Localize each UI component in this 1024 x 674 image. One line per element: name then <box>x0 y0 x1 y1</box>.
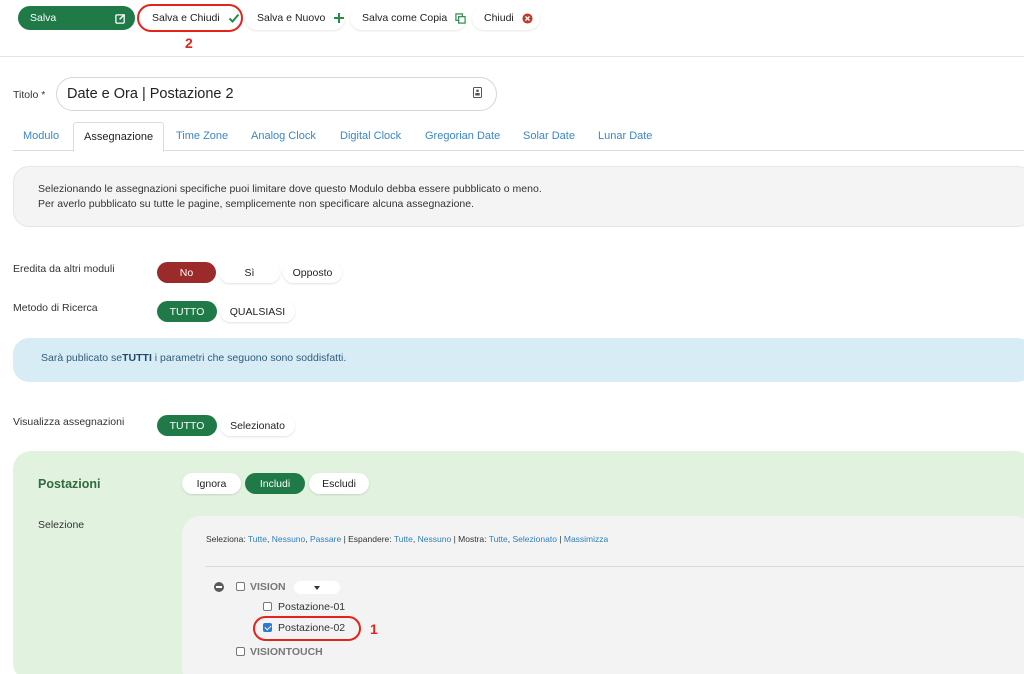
expand-all-link[interactable]: Tutte <box>394 534 413 544</box>
annotation-ring-save-close <box>137 4 243 32</box>
inherit-label: Eredita da altri moduli <box>13 263 115 275</box>
select-pass-link[interactable]: Passare <box>310 534 341 544</box>
contact-card-icon <box>473 87 482 101</box>
save-copy-button[interactable]: Salva come Copia <box>350 6 467 30</box>
tab-gregorian-date[interactable]: Gregorian Date <box>425 122 500 151</box>
plus-icon <box>333 11 345 25</box>
expand-none-link[interactable]: Nessuno <box>418 534 452 544</box>
annotation-number-1: 1 <box>370 621 378 637</box>
save-new-label: Salva e Nuovo <box>257 12 326 24</box>
notice-box: Sarà publicato seTUTTI i parametri che s… <box>13 338 1024 382</box>
vision-dropdown-chevron-icon[interactable] <box>294 581 340 594</box>
info-box: Selezionando le assegnazioni specifiche … <box>13 166 1024 227</box>
vision-group-label: VISION <box>250 581 286 593</box>
show-selected-button[interactable]: Selezionato <box>220 415 295 436</box>
postazione-01-checkbox[interactable] <box>263 602 272 611</box>
show-selected-link[interactable]: Selezionato <box>513 534 557 544</box>
collapse-icon[interactable] <box>214 582 224 592</box>
close-icon <box>522 11 533 25</box>
close-button[interactable]: Chiudi <box>472 6 540 30</box>
copy-icon <box>455 11 466 25</box>
title-value: Date e Ora | Postazione 2 <box>67 86 234 102</box>
tab-analog-clock[interactable]: Analog Clock <box>251 122 316 151</box>
inherit-no-button[interactable]: No <box>157 262 216 283</box>
tab-time-zone[interactable]: Time Zone <box>176 122 228 151</box>
expand-label: Espandere: <box>348 534 392 544</box>
select-all-link[interactable]: Tutte <box>248 534 267 544</box>
tab-digital-clock[interactable]: Digital Clock <box>340 122 401 151</box>
show-all-link[interactable]: Tutte <box>489 534 508 544</box>
method-all-button[interactable]: TUTTO <box>157 301 217 322</box>
save-button-label: Salva <box>30 12 57 24</box>
postazione-01-label: Postazione-01 <box>278 601 346 613</box>
maximize-link[interactable]: Massimizza <box>564 534 608 544</box>
show-all-button[interactable]: TUTTO <box>157 415 217 436</box>
tab-assegnazione[interactable]: Assegnazione <box>73 122 165 152</box>
save-button[interactable]: Salva <box>18 6 135 30</box>
show-label: Mostra: <box>458 534 487 544</box>
title-label: Titolo * <box>13 89 46 101</box>
include-button[interactable]: Includi <box>245 473 305 494</box>
method-any-button[interactable]: QUALSIASI <box>220 301 295 322</box>
selection-label: Selezione <box>38 519 85 531</box>
selection-links: Seleziona: Tutte, Nessuno, Passare | Esp… <box>206 534 609 544</box>
notice-strong: TUTTI <box>122 352 152 364</box>
show-assign-label: Visualizza assegnazioni <box>13 416 125 428</box>
divider <box>205 566 1024 567</box>
tab-bar: Modulo Assegnazione Time Zone Analog Clo… <box>13 122 1024 152</box>
annotation-number-2: 2 <box>185 35 193 51</box>
title-input[interactable]: Date e Ora | Postazione 2 <box>56 77 497 111</box>
inherit-yes-button[interactable]: Sì <box>219 262 280 283</box>
notice-prefix: Sarà publicato se <box>41 352 123 364</box>
postazioni-title: Postazioni <box>38 477 101 491</box>
exclude-button[interactable]: Escludi <box>309 473 369 494</box>
select-none-link[interactable]: Nessuno <box>272 534 306 544</box>
info-line-2: Per averlo pubblicato su tutte le pagine… <box>38 198 475 210</box>
tab-solar-date[interactable]: Solar Date <box>523 122 575 151</box>
vision-checkbox[interactable] <box>236 582 245 591</box>
inherit-opposite-button[interactable]: Opposto <box>283 262 342 283</box>
select-label: Seleziona: <box>206 534 246 544</box>
visiontouch-checkbox[interactable] <box>236 647 245 656</box>
tab-lunar-date[interactable]: Lunar Date <box>598 122 652 151</box>
tab-modulo[interactable]: Modulo <box>23 122 59 151</box>
info-line-1: Selezionando le assegnazioni specifiche … <box>38 183 542 195</box>
ignore-button[interactable]: Ignora <box>182 473 241 494</box>
annotation-ring-postazione-02 <box>253 616 361 641</box>
visiontouch-group-label: VISIONTOUCH <box>250 646 323 658</box>
edit-icon <box>113 11 127 25</box>
save-new-button[interactable]: Salva e Nuovo <box>245 6 345 30</box>
close-label: Chiudi <box>484 12 514 24</box>
save-copy-label: Salva come Copia <box>362 12 448 24</box>
notice-suffix: i parametri che seguono sono soddisfatti… <box>151 352 347 364</box>
method-label: Metodo di Ricerca <box>13 302 98 314</box>
